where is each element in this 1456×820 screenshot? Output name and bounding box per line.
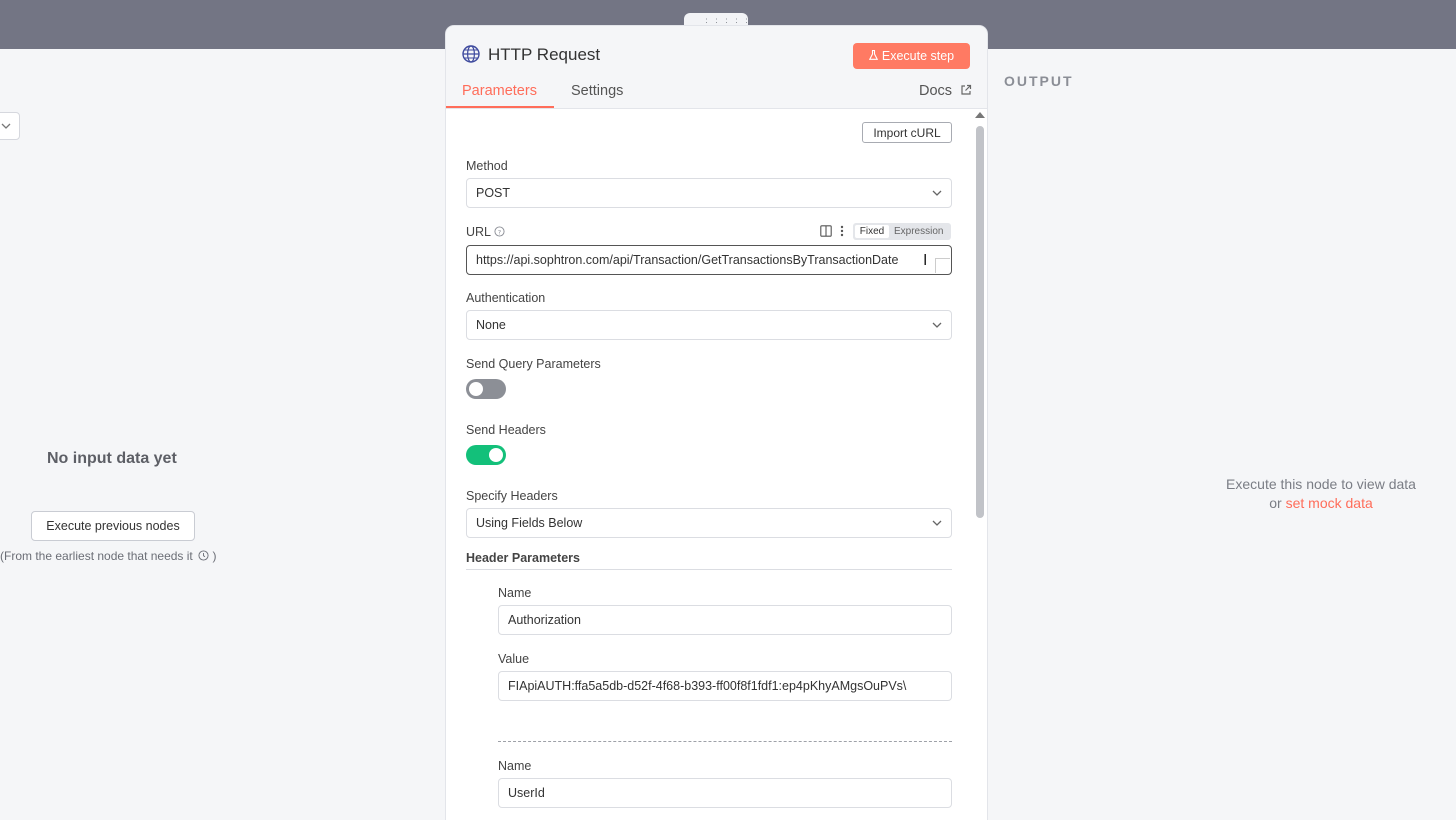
header-name-value: UserId [508,786,545,800]
header-value-value: FIApiAUTH:ffa5a5db-d52f-4f68-b393-ff00f8… [508,679,907,693]
earliest-node-hint-close: ) [212,549,217,563]
chevron-down-icon [932,322,942,328]
scrollbar-thumb[interactable] [976,126,984,518]
authentication-select[interactable]: None [466,310,952,340]
no-input-title: No input data yet [47,450,177,467]
input-pane [0,49,446,820]
flask-icon [868,49,878,63]
chevron-down-icon [932,520,942,526]
section-divider [466,569,952,570]
send-query-parameters-toggle[interactable] [466,379,506,399]
panel-header: HTTP Request Execute step Parameters Set… [446,26,987,109]
chevron-down-icon [1,123,11,129]
output-empty-line: Execute this node to view data [1226,476,1416,492]
svg-text:?: ? [498,228,501,236]
execute-previous-nodes-button[interactable]: Execute previous nodes [31,511,195,541]
toggle-knob [489,448,503,462]
specify-headers-value: Using Fields Below [476,516,583,530]
help-icon[interactable] [198,550,209,561]
method-value: POST [476,186,511,200]
header-value-input[interactable]: FIApiAUTH:ffa5a5db-d52f-4f68-b393-ff00f8… [498,671,952,701]
url-label: URL [466,225,492,239]
info-icon[interactable]: ? [494,226,505,237]
globe-icon [462,45,480,63]
url-input[interactable]: https://api.sophtron.com/api/Transaction… [466,245,952,275]
method-label: Method [466,159,508,173]
node-settings-panel: HTTP Request Execute step Parameters Set… [446,26,987,820]
execute-step-label: Execute step [881,49,955,63]
output-pane [987,49,1456,820]
fixed-mode-option[interactable]: Fixed [855,225,889,238]
header-value-label: Value [498,652,530,666]
set-mock-data-link[interactable]: set mock data [1286,495,1373,511]
header-name-input[interactable]: Authorization [498,605,952,635]
toggle-knob [469,382,483,396]
output-or-text: or [1269,495,1282,511]
output-title: OUTPUT [1004,73,1074,89]
specify-headers-select[interactable]: Using Fields Below [466,508,952,538]
header-name-label: Name [498,586,532,600]
input-node-select[interactable] [0,112,20,140]
url-value: https://api.sophtron.com/api/Transaction… [476,253,899,267]
header-name-value: Authorization [508,613,581,627]
authentication-value: None [476,318,506,332]
more-options-icon[interactable] [839,225,845,237]
import-curl-button[interactable]: Import cURL [862,122,952,143]
send-headers-toggle[interactable] [466,445,506,465]
scroll-up-arrow-icon[interactable] [975,112,985,118]
send-query-parameters-label: Send Query Parameters [466,357,601,371]
docs-link[interactable]: Docs [919,83,952,99]
specify-headers-label: Specify Headers [466,489,558,503]
method-select[interactable]: POST [466,178,952,208]
earliest-node-hint-text: (From the earliest node that needs it [0,549,193,563]
header-name-input[interactable]: UserId [498,778,952,808]
node-title[interactable]: HTTP Request [488,45,600,65]
header-parameters-title: Header Parameters [466,551,580,565]
chevron-down-icon [932,190,942,196]
execute-step-button[interactable]: Execute step [853,43,970,69]
send-headers-label: Send Headers [466,423,546,437]
expand-editor-icon[interactable] [935,258,950,273]
external-link-icon[interactable] [960,84,972,96]
tab-parameters[interactable]: Parameters [462,83,537,99]
panel-split-icon[interactable] [820,225,832,237]
output-empty-message: Execute this node to view data or set mo… [1186,475,1456,513]
active-tab-indicator [446,106,554,108]
text-cursor-icon: I [923,252,928,269]
expression-mode-option[interactable]: Expression [894,225,943,238]
earliest-node-hint: (From the earliest node that needs it ) [0,549,216,563]
header-name-label: Name [498,759,532,773]
tab-settings[interactable]: Settings [571,83,623,99]
fixed-expression-toggle[interactable]: Fixed Expression [853,223,951,240]
authentication-label: Authentication [466,291,546,305]
header-item-divider [498,741,952,742]
